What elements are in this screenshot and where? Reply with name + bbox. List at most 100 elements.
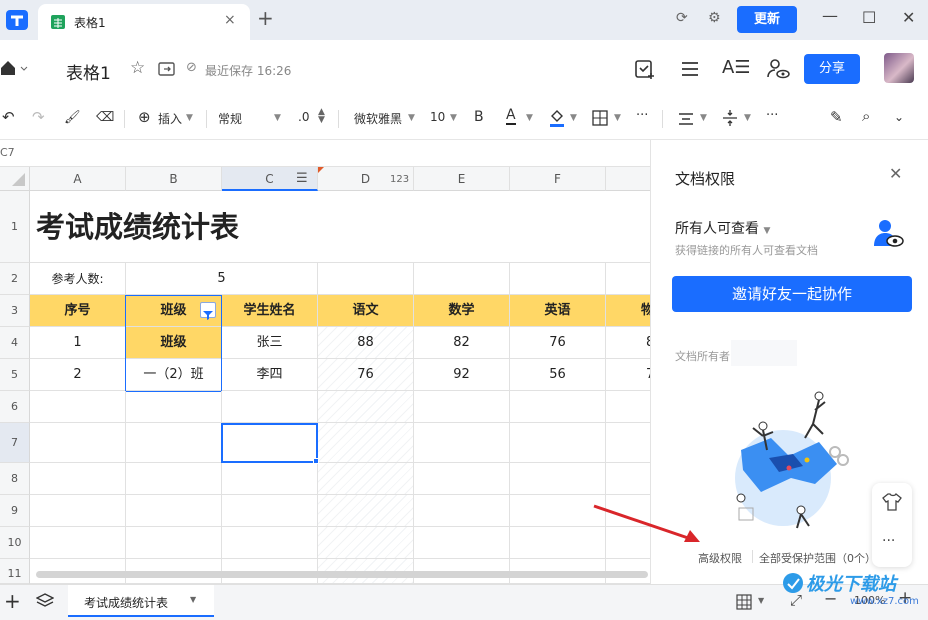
clear-format-icon[interactable]: ⌫ [96,110,114,125]
empty-cell[interactable] [30,423,126,463]
cell-reference[interactable]: C7 [0,146,15,159]
more-icon[interactable]: ··· [882,533,895,549]
empty-cell[interactable] [318,495,414,527]
cell[interactable] [606,263,650,295]
empty-cell[interactable] [318,423,414,463]
horizontal-align-icon[interactable] [678,111,694,130]
data-cell[interactable]: 班级 [126,327,222,359]
header-cell-name[interactable]: 学生姓名 [222,295,318,327]
empty-cell[interactable] [126,391,222,423]
text-style-icon[interactable]: A☰ [722,57,750,78]
empty-cell[interactable] [510,391,606,423]
menu-icon[interactable] [680,60,700,82]
header-cell-index[interactable]: 序号 [30,295,126,327]
vertical-align-icon[interactable] [722,109,738,131]
filter-menu-icon[interactable]: ☰ [296,167,308,191]
new-tab-icon[interactable]: + [257,6,274,30]
data-cell[interactable]: 76 [510,327,606,359]
close-window-icon[interactable]: ✕ [902,8,915,27]
column-header-b[interactable]: B [126,167,222,191]
row-header-4[interactable]: 4 [0,327,30,359]
data-cell[interactable]: 76 [318,359,414,391]
empty-cell[interactable] [222,527,318,559]
number-format-select[interactable]: 常规 [218,110,242,127]
column-header-e[interactable]: E [414,167,510,191]
chevron-down-icon[interactable]: ▼ [758,596,764,605]
tab-close-icon[interactable]: × [224,12,236,28]
row-header-2[interactable]: 2 [0,263,30,295]
paint-icon[interactable]: ✎ [830,108,843,126]
empty-cell[interactable] [606,391,650,423]
cell[interactable] [414,263,510,295]
empty-cell[interactable] [126,463,222,495]
empty-cell[interactable] [414,463,510,495]
doc-title[interactable]: 表格1 [66,59,111,84]
empty-cell[interactable] [126,495,222,527]
data-cell[interactable]: 1 [30,327,126,359]
share-button[interactable]: 分享 [804,54,860,84]
sheet-title-cell[interactable]: 考试成绩统计表 [30,191,650,263]
collapse-toolbar-icon[interactable]: ⌄ [894,110,904,124]
empty-cell[interactable] [414,423,510,463]
move-folder-icon[interactable] [158,61,176,81]
empty-cell[interactable] [318,527,414,559]
panel-close-icon[interactable]: ✕ [889,164,902,183]
data-cell[interactable]: 张三 [222,327,318,359]
empty-cell[interactable] [414,495,510,527]
column-header-d[interactable]: D 123 [318,167,414,191]
search-icon[interactable]: ⌕ [862,107,870,125]
row-header-3[interactable]: 3 [0,295,30,327]
settings-icon[interactable]: ⚙ [708,10,721,26]
empty-cell[interactable] [126,527,222,559]
cell[interactable] [510,263,606,295]
active-cell[interactable] [221,423,319,464]
row-header-8[interactable]: 8 [0,463,30,495]
data-cell[interactable]: 88 [318,327,414,359]
filter-active-icon[interactable] [200,302,216,320]
font-family-select[interactable]: 微软雅黑 [354,110,402,127]
header-cell-physics[interactable]: 物 [606,295,650,327]
maximize-icon[interactable]: ☐ [862,8,876,27]
user-avatar[interactable] [884,53,914,83]
empty-cell[interactable] [510,463,606,495]
chevron-down-icon[interactable]: ▼ [190,595,196,604]
empty-cell[interactable] [606,463,650,495]
data-cell[interactable]: 8 [606,327,650,359]
access-level-select[interactable]: 所有人可查看 ▼ [675,218,770,238]
bold-button[interactable]: B [474,109,484,125]
decimal-places[interactable]: .0 [298,110,309,124]
column-header-g[interactable] [606,167,650,191]
sheet-list-icon[interactable] [35,593,55,613]
font-color-button[interactable]: A [506,107,516,125]
column-header-a[interactable]: A [30,167,126,191]
data-cell[interactable]: 一（2）班 [126,359,222,391]
format-painter-icon[interactable]: 🖌︎ [64,110,81,125]
minimize-icon[interactable]: — [822,6,838,25]
data-cell[interactable]: 7 [606,359,650,391]
row-header-11[interactable]: 11 [0,559,30,584]
sheet-tab[interactable]: 考试成绩统计表 ▼ [68,585,214,617]
empty-cell[interactable] [222,391,318,423]
more-icon[interactable]: ··· [636,108,648,123]
stepper-icon[interactable]: ▲ ▼ [318,108,325,125]
empty-cell[interactable] [318,391,414,423]
row-header-9[interactable]: 9 [0,495,30,527]
empty-cell[interactable] [318,463,414,495]
shirt-icon[interactable] [882,492,902,515]
empty-cell[interactable] [30,527,126,559]
sync-icon[interactable]: ⟳ [676,10,688,26]
empty-cell[interactable] [30,463,126,495]
row-header-6[interactable]: 6 [0,391,30,423]
app-logo-icon[interactable] [0,4,34,36]
view-mode-icon[interactable] [736,594,752,614]
header-cell-class[interactable]: 班级 [126,295,222,327]
insert-menu[interactable]: 插入 [158,110,182,127]
data-cell[interactable]: 2 [30,359,126,391]
data-cell[interactable]: 李四 [222,359,318,391]
column-header-c[interactable]: C ☰ [222,167,318,191]
redo-icon[interactable]: ↷ [32,108,45,126]
empty-cell[interactable] [222,495,318,527]
fill-color-icon[interactable] [548,108,566,132]
count-label-cell[interactable]: 参考人数: [30,263,126,295]
header-cell-english[interactable]: 英语 [510,295,606,327]
